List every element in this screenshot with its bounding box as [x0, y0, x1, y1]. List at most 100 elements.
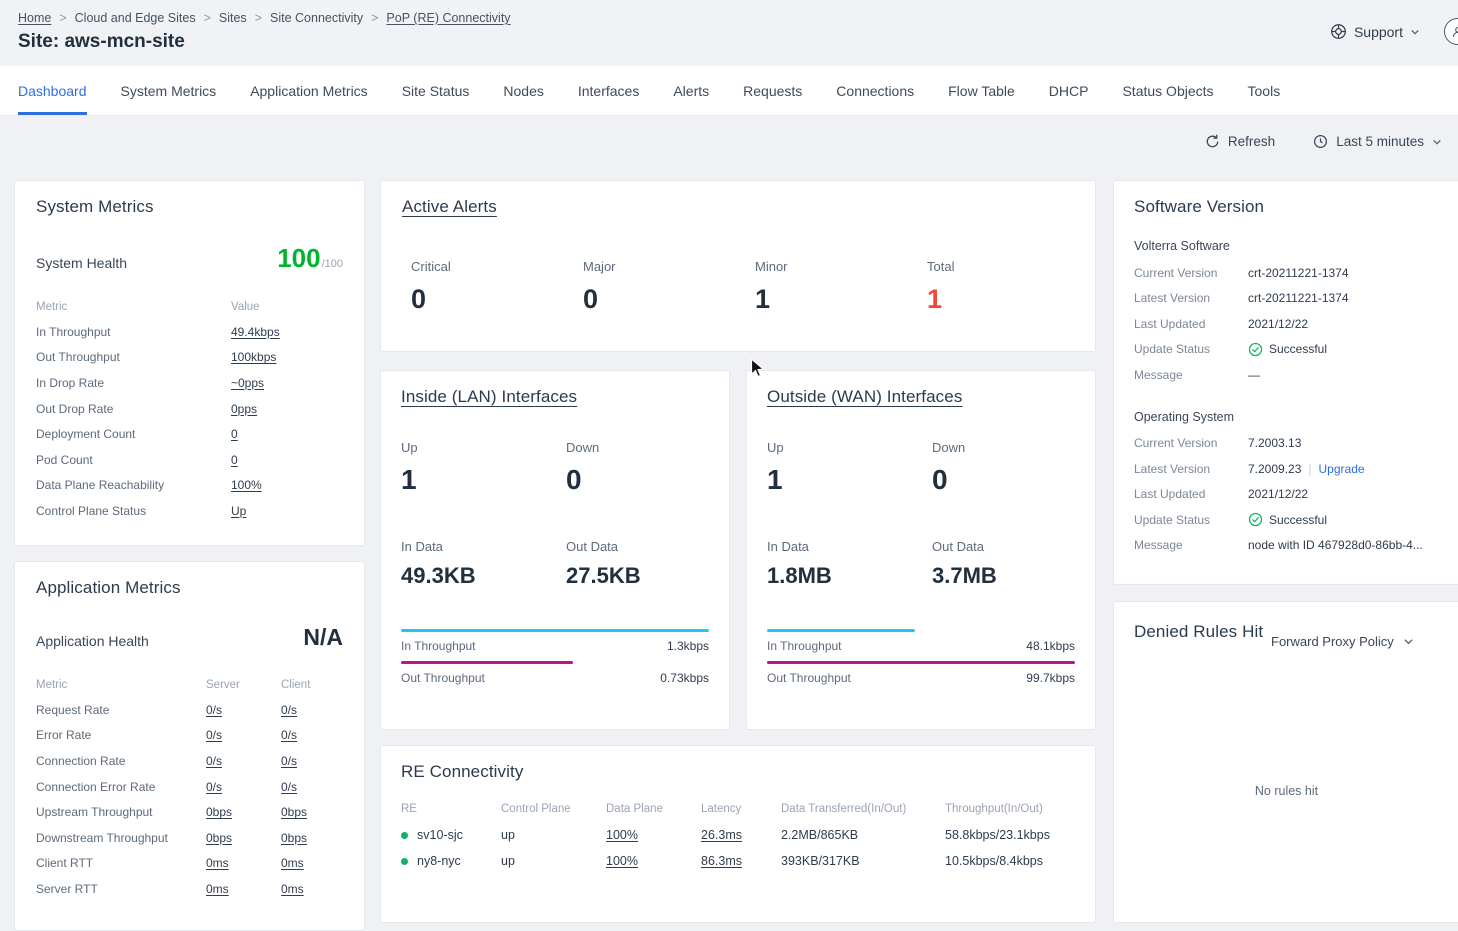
breadcrumb-site-connectivity[interactable]: Site Connectivity [270, 11, 363, 25]
metric-label: Data Plane Reachability [36, 478, 231, 492]
tab-dhcp[interactable]: DHCP [1049, 66, 1089, 115]
metric-label: Deployment Count [36, 427, 231, 441]
client-value[interactable]: 0ms [281, 856, 343, 870]
server-value[interactable]: 0ms [206, 856, 281, 870]
tab-connections[interactable]: Connections [836, 66, 914, 115]
metric-value[interactable]: 100% [231, 478, 343, 492]
data-plane-value[interactable]: 100% [606, 854, 701, 868]
row-label: Last Updated [1134, 487, 1248, 501]
table-row: Last Updated2021/12/22 [1134, 311, 1454, 337]
metric-value[interactable]: ~0pps [231, 376, 343, 390]
tab-tools[interactable]: Tools [1248, 66, 1281, 115]
active-alerts-title[interactable]: Active Alerts [402, 197, 1074, 217]
application-metrics-title: Application Metrics [36, 578, 343, 598]
support-button[interactable]: Support [1330, 23, 1420, 40]
server-value[interactable]: 0/s [206, 728, 281, 742]
client-value[interactable]: 0/s [281, 780, 343, 794]
metric-value[interactable]: Up [231, 504, 343, 518]
client-value[interactable]: 0/s [281, 728, 343, 742]
column-metric: Metric [36, 301, 231, 313]
client-value[interactable]: 0/s [281, 754, 343, 768]
metric-value[interactable]: 100kbps [231, 350, 343, 364]
table-row: Downstream Throughput0bps0bps [36, 825, 343, 851]
policy-filter-select[interactable]: Forward Proxy Policy [1271, 634, 1414, 649]
breadcrumb-separator: > [255, 11, 262, 25]
server-value[interactable]: 0/s [206, 703, 281, 717]
row-label: Current Version [1134, 266, 1248, 280]
server-value[interactable]: 0/s [206, 780, 281, 794]
out-throughput-label: Out Throughput [767, 671, 851, 685]
row-label: Update Status [1134, 342, 1248, 356]
time-range-select[interactable]: Last 5 minutes [1313, 134, 1442, 149]
system-health-value: 100 [277, 245, 320, 271]
row-label: Latest Version [1134, 291, 1248, 305]
server-value[interactable]: 0bps [206, 831, 281, 845]
data-plane-value[interactable]: 100% [606, 828, 701, 842]
in-data-value: 1.8MB [767, 565, 932, 587]
client-value[interactable]: 0bps [281, 805, 343, 819]
column-data-plane: Data Plane [606, 803, 701, 815]
client-value[interactable]: 0ms [281, 882, 343, 896]
tab-alerts[interactable]: Alerts [673, 66, 709, 115]
alert-minor: Minor 1 [755, 259, 927, 313]
outside-interfaces-title[interactable]: Outside (WAN) Interfaces [767, 387, 1075, 407]
alert-critical: Critical 0 [411, 259, 583, 313]
metric-value[interactable]: 0pps [231, 402, 343, 416]
metric-value[interactable]: 49.4kbps [231, 325, 343, 339]
tab-application-metrics[interactable]: Application Metrics [250, 66, 368, 115]
column-server: Server [206, 679, 281, 691]
tab-dashboard[interactable]: Dashboard [18, 66, 87, 115]
metric-label: Upstream Throughput [36, 805, 206, 819]
breadcrumb-home[interactable]: Home [18, 11, 51, 25]
out-throughput-bar [767, 661, 1075, 664]
metric-label: In Drop Rate [36, 376, 231, 390]
out-data-label: Out Data [932, 539, 1075, 554]
tab-system-metrics[interactable]: System Metrics [121, 66, 217, 115]
server-value[interactable]: 0bps [206, 805, 281, 819]
server-value[interactable]: 0/s [206, 754, 281, 768]
metric-value[interactable]: 0 [231, 427, 343, 441]
table-row: Last Updated2021/12/22 [1134, 482, 1454, 508]
out-throughput-label: Out Throughput [401, 671, 485, 685]
header-actions: Support [1330, 18, 1458, 45]
out-data-label: Out Data [566, 539, 709, 554]
outside-up-down: Up1 Down0 [767, 440, 1075, 494]
breadcrumb-sites[interactable]: Sites [219, 11, 247, 25]
upgrade-link[interactable]: Upgrade [1319, 462, 1365, 476]
tab-nodes[interactable]: Nodes [503, 66, 543, 115]
system-metrics-table-header: Metric Value [36, 295, 343, 319]
refresh-button[interactable]: Refresh [1205, 134, 1275, 149]
inside-lan-interfaces-card: Inside (LAN) Interfaces Up1 Down0 In Dat… [380, 370, 730, 730]
latency-value[interactable]: 86.3ms [701, 854, 781, 868]
tab-interfaces[interactable]: Interfaces [578, 66, 639, 115]
client-value[interactable]: 0/s [281, 703, 343, 717]
metric-value[interactable]: 0 [231, 453, 343, 467]
client-value[interactable]: 0bps [281, 831, 343, 845]
software-version-card: Software Version Volterra Software Curre… [1113, 180, 1458, 585]
tab-requests[interactable]: Requests [743, 66, 802, 115]
server-value[interactable]: 0ms [206, 882, 281, 896]
table-row: Error Rate0/s0/s [36, 723, 343, 749]
alert-major-value: 0 [583, 286, 755, 313]
tab-status-objects[interactable]: Status Objects [1122, 66, 1213, 115]
table-row: Upstream Throughput0bps0bps [36, 799, 343, 825]
metric-label: In Throughput [36, 325, 231, 339]
column-metric: Metric [36, 679, 206, 691]
in-throughput-track [401, 629, 709, 632]
tab-flow-table[interactable]: Flow Table [948, 66, 1015, 115]
re-name: sv10-sjc [417, 828, 463, 842]
application-metrics-table-header: Metric Server Client [36, 673, 343, 697]
outside-data: In Data1.8MB Out Data3.7MB [767, 539, 1075, 587]
metric-label: Client RTT [36, 856, 206, 870]
inside-interfaces-title[interactable]: Inside (LAN) Interfaces [401, 387, 709, 407]
in-throughput-label: In Throughput [401, 639, 476, 653]
latency-value[interactable]: 26.3ms [701, 828, 781, 842]
up-value: 1 [401, 466, 566, 494]
breadcrumb-pop-re-connectivity[interactable]: PoP (RE) Connectivity [386, 11, 510, 25]
breadcrumb-cloud-and-edge-sites[interactable]: Cloud and Edge Sites [75, 11, 196, 25]
user-avatar[interactable] [1444, 18, 1458, 45]
alert-total-label: Total [927, 259, 1074, 274]
column-client: Client [281, 679, 343, 691]
out-data-value: 3.7MB [932, 565, 1075, 587]
tab-site-status[interactable]: Site Status [402, 66, 470, 115]
